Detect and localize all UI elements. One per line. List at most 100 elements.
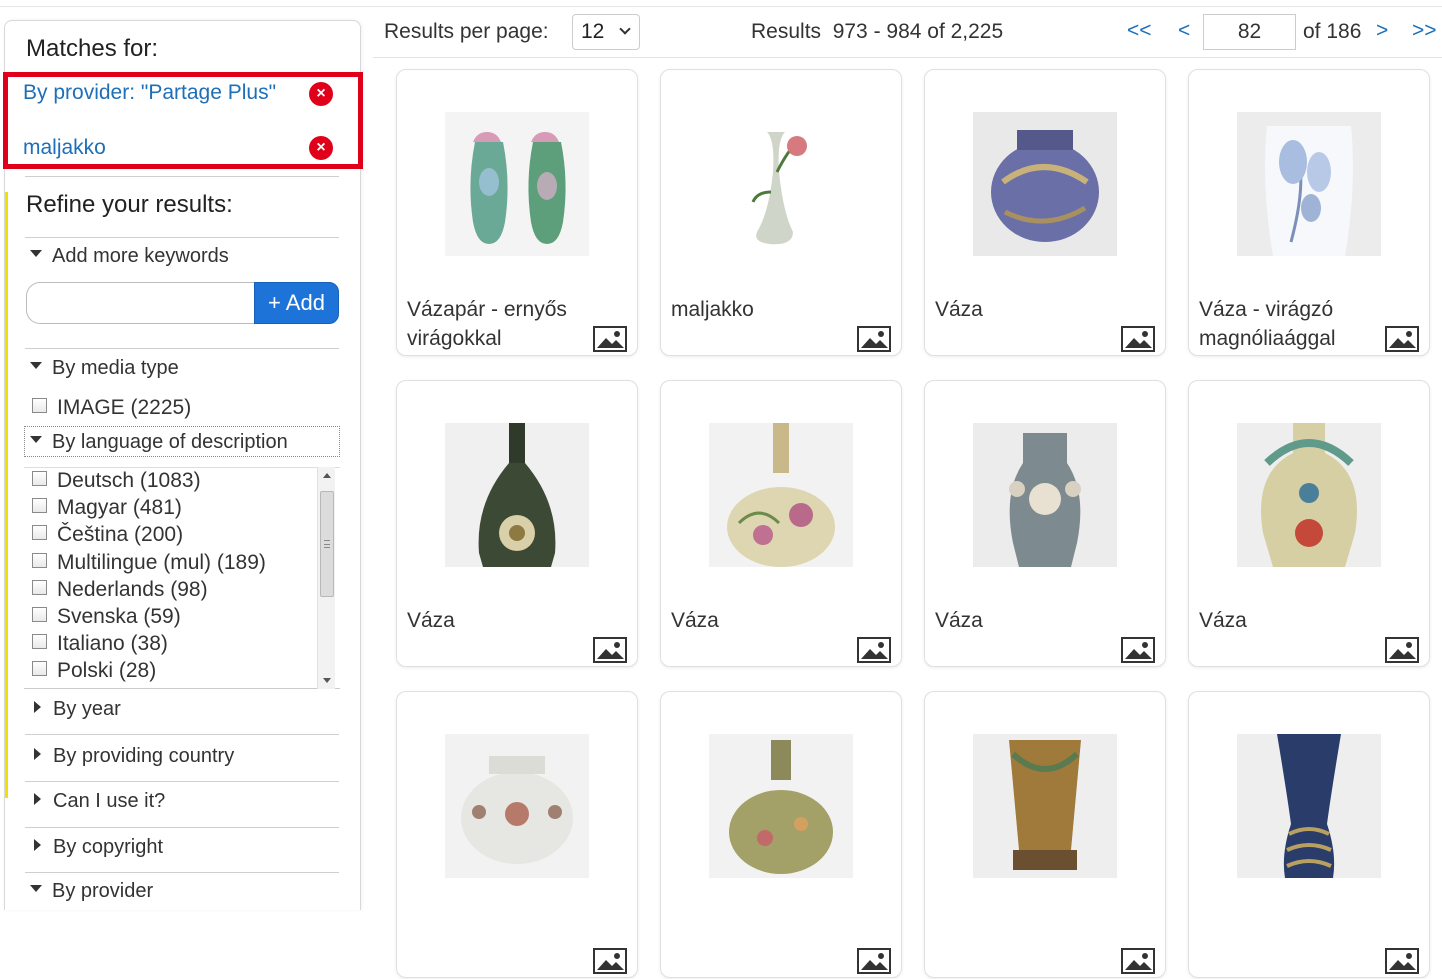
collapsed-triangle-icon [34,792,41,805]
refine-title: Refine your results: [26,191,233,218]
result-card[interactable]: Váza [660,380,902,667]
result-thumbnail[interactable] [445,112,589,256]
section-provider[interactable]: By provider [30,880,153,903]
result-title[interactable]: Váza - virágzó magnóliaággal [1199,295,1379,353]
result-card[interactable]: maljakko [660,69,902,356]
language-option[interactable]: Magyar (481) [32,496,182,520]
first-page-link[interactable]: << [1127,19,1152,43]
result-thumbnail[interactable] [1237,423,1381,567]
section-copyright[interactable]: By copyright [30,836,163,859]
next-page-link[interactable]: > [1376,19,1388,43]
checkbox[interactable] [32,497,47,513]
checkbox[interactable] [32,606,47,622]
media-option-image[interactable]: IMAGE (2225) [32,396,191,420]
section-media-type[interactable]: By media type [30,357,179,380]
result-card[interactable] [1188,691,1430,978]
grip-icon [324,540,330,548]
keyword-input[interactable] [26,282,258,324]
result-title[interactable]: Váza [407,606,587,635]
image-type-icon [593,948,627,974]
result-thumbnail[interactable] [973,423,1117,567]
chevron-down-icon [619,23,631,35]
divider [25,348,339,349]
image-type-icon [857,637,891,663]
section-language[interactable]: By language of description [30,431,288,454]
expanded-triangle-icon [30,885,42,893]
section-year[interactable]: By year [30,698,121,721]
result-card[interactable]: Váza [396,380,638,667]
previous-page-link[interactable]: < [1178,19,1190,43]
image-type-icon [1121,637,1155,663]
result-thumbnail-area [1201,82,1417,292]
result-thumbnail[interactable] [445,423,589,567]
scroll-down-arrow-icon[interactable] [323,678,331,683]
image-type-icon [1121,326,1155,352]
result-card[interactable]: Váza - virágzó magnóliaággal [1188,69,1430,356]
result-card[interactable] [924,691,1166,978]
section-providing-country[interactable]: By providing country [30,745,234,768]
result-title[interactable]: maljakko [671,295,851,324]
remove-filter-keyword-icon[interactable]: × [309,136,333,160]
checkbox[interactable] [32,397,47,413]
language-option[interactable]: Deutsch (1083) [32,469,201,493]
checkbox[interactable] [32,660,47,676]
result-thumbnail[interactable] [709,423,853,567]
section-add-keywords[interactable]: Add more keywords [30,245,229,268]
result-thumbnail-area [937,704,1153,914]
page-number-input[interactable] [1203,14,1296,50]
top-divider [0,6,1442,7]
result-thumbnail[interactable] [973,112,1117,256]
scrollbar-thumb[interactable] [320,491,334,597]
active-filter-keyword[interactable]: maljakko [23,136,106,160]
language-option[interactable]: Nederlands (98) [32,578,208,602]
image-type-icon [1121,948,1155,974]
result-thumbnail[interactable] [709,734,853,878]
collapsed-triangle-icon [34,747,41,760]
language-option[interactable]: Polski (28) [32,659,156,683]
collapsed-triangle-icon [34,838,41,851]
result-card[interactable] [396,691,638,978]
language-option[interactable]: Italiano (38) [32,632,168,656]
checkbox[interactable] [32,552,47,568]
result-card[interactable] [660,691,902,978]
active-filter-provider[interactable]: By provider: "Partage Plus" [23,81,276,105]
result-thumbnail[interactable] [1237,734,1381,878]
remove-filter-provider-icon[interactable]: × [309,82,333,106]
language-option[interactable]: Svenska (59) [32,605,181,629]
result-title[interactable]: Váza [935,295,1115,324]
result-title[interactable]: Vázapár - ernyős virágokkal [407,295,587,353]
result-thumbnail[interactable] [1237,112,1381,256]
last-page-link[interactable]: >> [1412,19,1437,43]
result-card[interactable]: Vázapár - ernyős virágokkal [396,69,638,356]
result-card[interactable]: Váza [924,380,1166,667]
image-type-icon [1385,326,1419,352]
result-title[interactable]: Váza [671,606,851,635]
result-card[interactable]: Váza [924,69,1166,356]
result-thumbnail[interactable] [445,734,589,878]
image-type-icon [593,326,627,352]
results-per-page-select[interactable]: 12 [572,14,640,50]
toolbar-divider [373,57,1442,58]
checkbox[interactable] [32,579,47,595]
scroll-up-arrow-icon[interactable] [323,473,331,478]
language-list-scrollbar[interactable] [317,467,335,689]
section-can-i-use-it[interactable]: Can I use it? [30,790,165,813]
result-title[interactable]: Váza [1199,606,1379,635]
result-thumbnail-area [1201,393,1417,603]
divider [25,827,339,828]
checkbox[interactable] [32,524,47,540]
result-card[interactable]: Váza [1188,380,1430,667]
checkbox[interactable] [32,633,47,649]
add-keyword-button[interactable]: + Add [254,282,339,324]
language-option[interactable]: Multilingue (mul) (189) [32,551,266,575]
total-pages: of 186 [1303,20,1362,43]
image-type-icon [1385,948,1419,974]
result-thumbnail[interactable] [709,112,853,256]
result-title[interactable]: Váza [935,606,1115,635]
divider [25,176,339,177]
sidebar: Matches for: By provider: "Partage Plus"… [3,20,363,910]
language-option[interactable]: Čeština (200) [32,523,183,547]
result-thumbnail[interactable] [973,734,1117,878]
checkbox[interactable] [32,470,47,486]
image-type-icon [857,948,891,974]
